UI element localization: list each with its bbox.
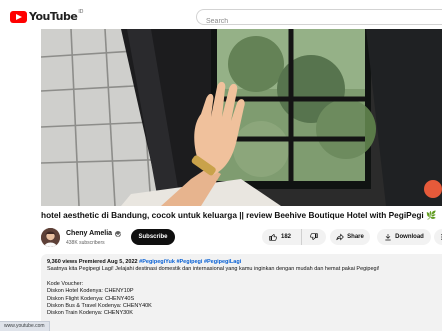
more-icon [441,234,442,240]
avatar-image [41,228,60,247]
download-button[interactable]: Download [377,229,431,245]
download-icon [385,234,391,241]
video-title-text: hotel aesthetic di Bandung, cocok untuk … [41,210,424,220]
search-box[interactable] [196,9,442,29]
description-meta-line: 9,360 views Premiered Aug 5, 2022 #Pegip… [47,259,436,266]
logo-region-code: ID [78,9,84,15]
share-label: Share [347,234,364,240]
more-actions-button[interactable] [434,229,442,245]
subscriber-count: 438K subscribers [66,240,105,246]
voucher-hotel: Diskon Hotel Kodenya: CHENY10P [47,288,134,295]
leaf-emoji: 🌿 [426,210,437,220]
like-button[interactable]: 182 [262,229,302,245]
dislike-button[interactable] [302,229,326,245]
video-title: hotel aesthetic di Bandung, cocok untuk … [41,210,442,221]
video-player[interactable] [41,29,442,206]
like-count: 182 [281,234,292,240]
subscribe-button[interactable]: Subscribe [131,229,175,245]
hashtags[interactable]: #PegipegiYuk #Pegipegi #PegipegiLagi [139,259,241,265]
youtube-logo-icon [10,10,27,23]
dislike-icon [310,233,318,240]
youtube-logo[interactable]: YouTube ID [10,9,84,23]
status-bar-url: www.youtube.com [0,321,50,331]
like-dislike-group: 182 [262,229,326,245]
logo-text: YouTube [29,10,78,23]
video-frame-image [41,29,442,206]
share-icon [336,233,344,241]
premiere-date: Premiered Aug 5, 2022 [78,259,138,265]
view-count: 9,360 views [47,259,78,265]
download-label: Download [395,234,424,240]
voucher-heading: Kode Voucher: [47,280,84,287]
avatar[interactable] [41,228,60,247]
share-button[interactable]: Share [330,229,370,245]
verified-icon [115,230,122,237]
description-line: Saatnya kita Pegipegi Lagi! Jelajahi des… [47,266,380,273]
voucher-flight: Diskon Flight Kodenya: CHENY40S [47,295,135,302]
search-input[interactable] [197,14,442,29]
voucher-train: Diskon Train Kodenya: CHENY30K [47,310,133,317]
video-description[interactable]: 9,360 views Premiered Aug 5, 2022 #Pegip… [41,254,442,331]
channel-name-text: Cheny Amelia [66,230,113,237]
voucher-bus-travel: Diskon Bus & Travel Kodenya: CHENY40K [47,303,152,310]
channel-name[interactable]: Cheny Amelia [66,230,122,237]
like-icon [269,234,277,241]
